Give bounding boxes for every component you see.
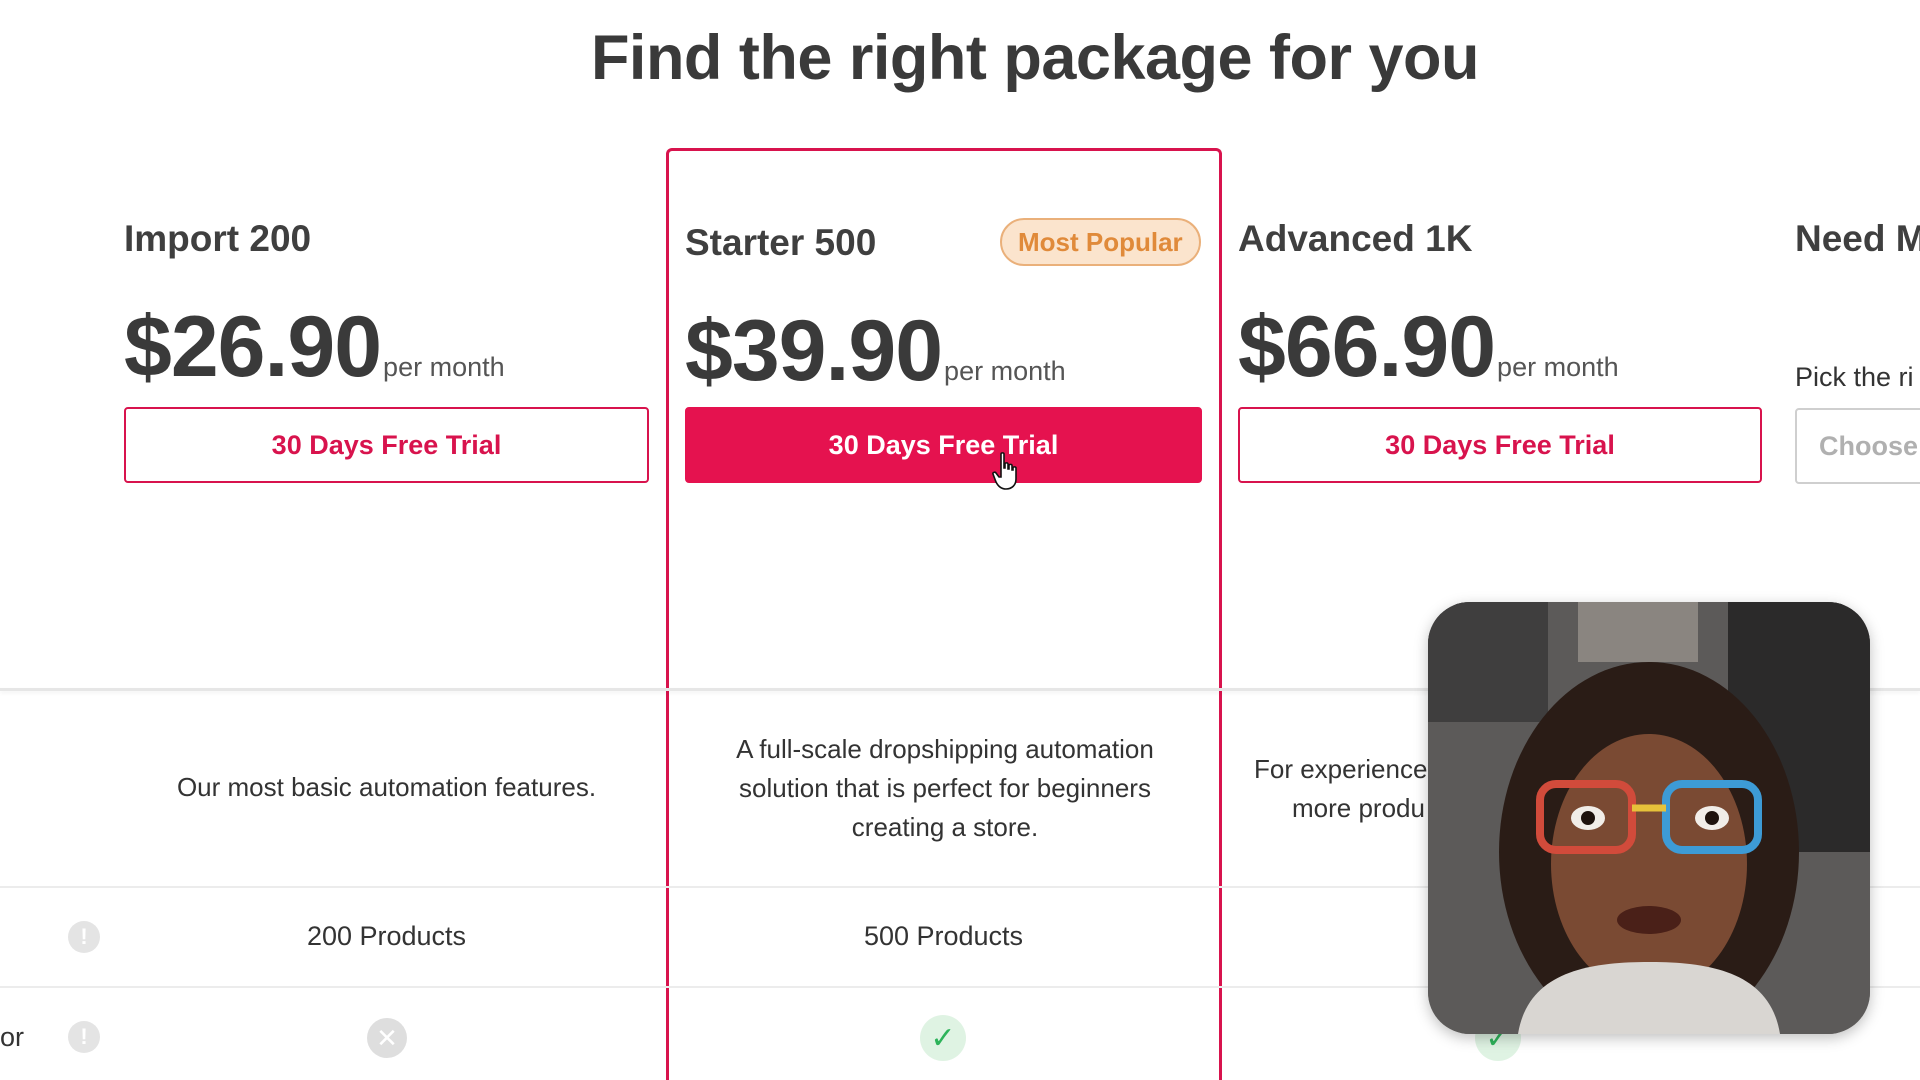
plan-period: per month bbox=[1497, 352, 1619, 382]
plan-price: $26.90 bbox=[124, 299, 382, 395]
plan-period: per month bbox=[383, 352, 505, 382]
products-cell: 500 Products bbox=[863, 921, 1024, 951]
page-title: Find the right package for you bbox=[590, 23, 1480, 93]
plan-price: $39.90 bbox=[685, 303, 943, 399]
plan-price-row: $26.90per month bbox=[124, 298, 505, 397]
plan-price-row: $66.90per month bbox=[1238, 298, 1619, 397]
plan-subtitle: Pick the ri bbox=[1795, 362, 1914, 392]
hand-cursor-icon bbox=[992, 452, 1017, 490]
presenter-video bbox=[1428, 602, 1870, 1034]
trial-button-starter-500[interactable]: 30 Days Free Trial bbox=[685, 407, 1202, 483]
plan-description: A full-scale dropshipping automation sol… bbox=[736, 734, 1154, 842]
info-icon[interactable]: ! bbox=[68, 1021, 100, 1053]
plan-name-import-200: Import 200 bbox=[124, 218, 312, 259]
trial-button-import-200[interactable]: 30 Days Free Trial bbox=[124, 407, 649, 483]
plan-period: per month bbox=[944, 356, 1066, 386]
plan-name-starter-500: Starter 500 bbox=[685, 222, 877, 263]
trial-button-advanced-1k[interactable]: 30 Days Free Trial bbox=[1238, 407, 1762, 483]
plan-name-need-more: Need M bbox=[1795, 218, 1920, 259]
row-label: or bbox=[0, 1022, 25, 1052]
choose-button[interactable]: Choose bbox=[1795, 408, 1920, 484]
plan-price: $66.90 bbox=[1238, 299, 1496, 395]
most-popular-badge: Most Popular bbox=[1000, 218, 1201, 266]
webcam-overlay bbox=[1428, 602, 1870, 1034]
plan-price-row: $39.90per month bbox=[685, 302, 1066, 401]
pricing-page: Find the right package for you Import 20… bbox=[0, 0, 1920, 1080]
plan-name-advanced-1k: Advanced 1K bbox=[1238, 218, 1473, 259]
plan-description: Our most basic automation features. bbox=[176, 772, 597, 802]
check-icon: ✓ bbox=[920, 1015, 966, 1061]
info-icon[interactable]: ! bbox=[68, 921, 100, 953]
x-icon: ✕ bbox=[367, 1018, 407, 1058]
products-cell: 200 Products bbox=[306, 921, 467, 951]
